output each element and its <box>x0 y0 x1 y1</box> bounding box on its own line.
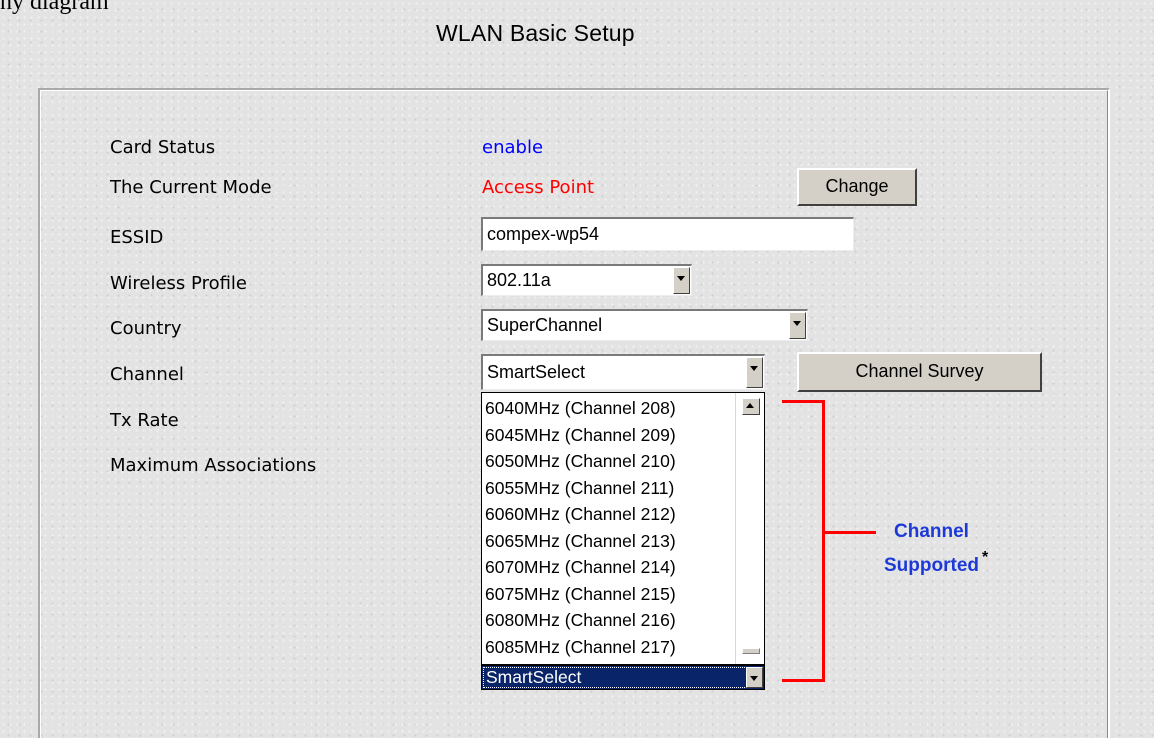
annotation-line2: Supported <box>884 555 979 576</box>
current-mode-label: The Current Mode <box>110 177 272 198</box>
channel-option[interactable]: 6085MHz (Channel 217) <box>485 637 676 658</box>
bracket-pointer-line <box>822 531 876 534</box>
channel-label: Channel <box>110 364 184 385</box>
channel-dropdown-list[interactable]: 6040MHz (Channel 208) 6045MHz (Channel 2… <box>481 392 765 665</box>
essid-input[interactable]: compex-wp54 <box>481 217 854 251</box>
wireless-profile-selected: 802.11a <box>487 270 551 290</box>
channel-option[interactable]: 6045MHz (Channel 209) <box>485 425 676 446</box>
scrollbar-thumb[interactable] <box>742 648 760 654</box>
country-selected: SuperChannel <box>487 315 603 335</box>
channel-option[interactable]: 6075MHz (Channel 215) <box>485 584 676 605</box>
card-status-label: Card Status <box>110 137 216 158</box>
selected-option-label: SmartSelect <box>486 667 582 687</box>
wireless-profile-label: Wireless Profile <box>110 273 248 294</box>
chevron-down-icon[interactable] <box>789 312 806 339</box>
page-title: WLAN Basic Setup <box>436 20 635 46</box>
tx-rate-label: Tx Rate <box>110 410 179 431</box>
bracket-vertical-line <box>822 400 825 682</box>
channel-option[interactable]: 6050MHz (Channel 210) <box>485 451 676 472</box>
channel-selected: SmartSelect <box>487 362 586 382</box>
channel-option[interactable]: 6060MHz (Channel 212) <box>485 504 676 525</box>
essid-value: compex-wp54 <box>487 224 600 244</box>
wireless-profile-select[interactable]: 802.11a <box>481 264 692 296</box>
channel-supported-annotation: Channel Supported * <box>884 519 1034 579</box>
channel-option[interactable]: 6040MHz (Channel 208) <box>485 398 676 419</box>
channel-option[interactable]: 6080MHz (Channel 216) <box>485 610 676 631</box>
chevron-up-icon[interactable] <box>742 398 760 415</box>
channel-option[interactable]: 6055MHz (Channel 211) <box>485 478 674 499</box>
page-top-fragment: ny diagram <box>0 0 109 15</box>
chevron-down-icon[interactable] <box>746 357 763 388</box>
chevron-down-icon[interactable] <box>746 667 763 688</box>
channel-selected-option[interactable]: SmartSelect <box>481 665 765 690</box>
channel-option[interactable]: 6065MHz (Channel 213) <box>485 531 676 552</box>
max-associations-label: Maximum Associations <box>110 455 317 476</box>
channel-select[interactable]: SmartSelect <box>481 354 765 390</box>
card-status-value: enable <box>482 137 544 158</box>
essid-label: ESSID <box>110 227 164 248</box>
country-select[interactable]: SuperChannel <box>481 309 808 341</box>
bracket-top-line <box>782 400 824 403</box>
change-mode-button[interactable]: Change <box>797 168 917 206</box>
chevron-down-icon[interactable] <box>673 267 690 294</box>
channel-option[interactable]: 6070MHz (Channel 214) <box>485 557 676 578</box>
bracket-bottom-line <box>782 679 825 682</box>
channel-survey-button[interactable]: Channel Survey <box>797 352 1042 392</box>
footnote-asterisk: * <box>982 549 989 566</box>
dropdown-scrollbar[interactable] <box>735 393 764 664</box>
annotation-line1: Channel <box>894 521 969 542</box>
country-label: Country <box>110 318 182 339</box>
annotation-line2-wrap: Supported * <box>884 545 1034 579</box>
current-mode-value: Access Point <box>482 177 595 198</box>
